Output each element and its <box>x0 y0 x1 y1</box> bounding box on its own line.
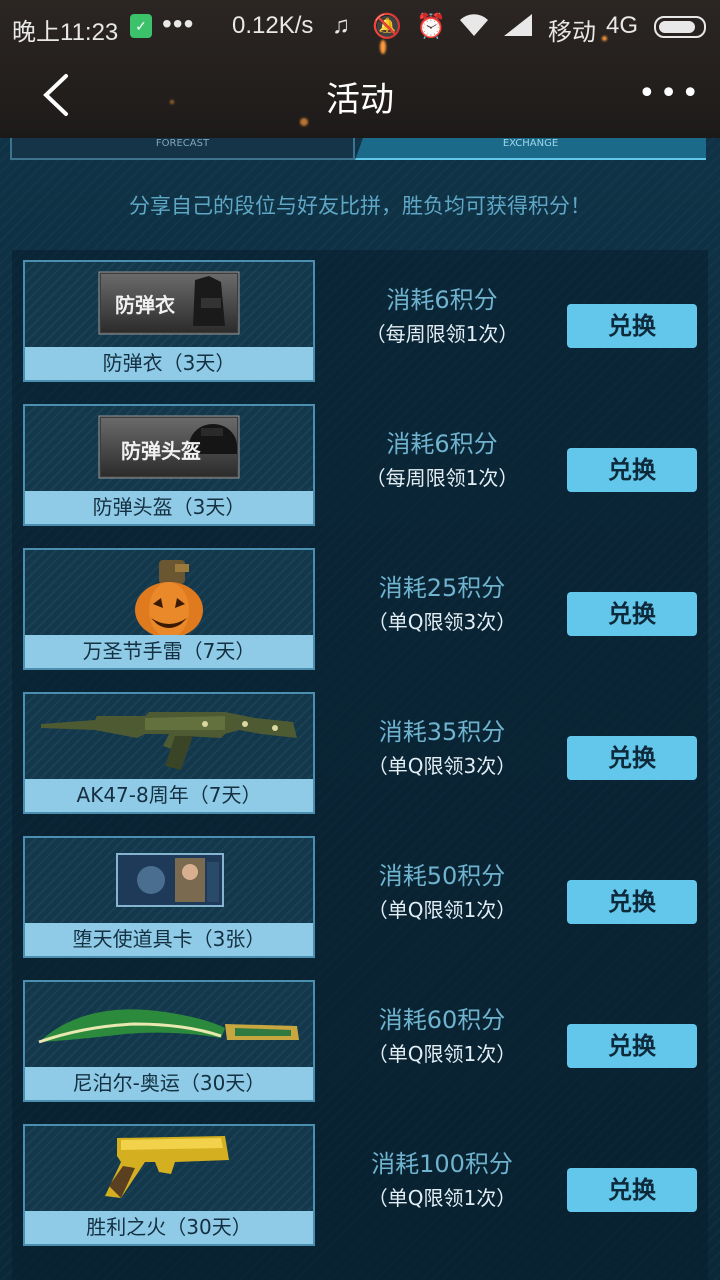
item-cost: 消耗25积分 <box>378 574 506 602</box>
list-item: 防弹头盔 防弹头盔（3天） 消耗6积分 （每周限领1次） 兑换 <box>12 404 708 548</box>
item-name: 堕天使道具卡（3张） <box>25 923 313 956</box>
header: 活动 ••• <box>0 52 720 138</box>
item-limit: （单Q限领1次） <box>367 1042 517 1066</box>
exchange-button[interactable]: 兑换 <box>567 304 697 348</box>
item-cost: 消耗35积分 <box>378 718 506 746</box>
notice-text: 分享自己的段位与好友比拼，胜负均可获得积分！ <box>129 194 591 218</box>
tab-exchange[interactable]: EXCHANGE <box>355 138 706 160</box>
network-type: 4G <box>606 12 639 39</box>
item-cost: 消耗60积分 <box>378 1006 506 1034</box>
exchange-list: 防弹衣 防弹衣（3天） 消耗6积分 （每周限领1次） 兑换 防弹头盔 防弹头盔（… <box>12 250 708 1280</box>
item-name: 防弹头盔（3天） <box>25 491 313 524</box>
network-speed: 0.12K/s <box>232 12 314 39</box>
item-name: AK47-8周年（7天） <box>25 779 313 812</box>
wifi-icon <box>458 12 490 45</box>
item-limit: （单Q限领3次） <box>367 610 517 634</box>
page-title: 活动 <box>326 80 394 120</box>
list-item: AK47-8周年（7天） 消耗35积分 （单Q限领3次） 兑换 <box>12 692 708 836</box>
item-limit: （每周限领1次） <box>365 466 519 490</box>
item-thumbnail: AK47-8周年（7天） <box>23 692 315 814</box>
vest-icon: 防弹衣 <box>25 262 313 347</box>
exchange-button[interactable]: 兑换 <box>567 1024 697 1068</box>
main-content: FORECAST EXCHANGE 分享自己的段位与好友比拼，胜负均可获得积分！… <box>0 138 720 1280</box>
item-name: 防弹衣（3天） <box>25 347 313 380</box>
item-name: 胜利之火（30天） <box>25 1211 313 1244</box>
item-thumbnail: 万圣节手雷（7天） <box>23 548 315 670</box>
alarm-icon: ⏰ <box>416 13 446 40</box>
item-card-icon <box>25 838 313 923</box>
headphones-icon: ♫ <box>332 12 350 39</box>
status-time: 晚上11:23 <box>12 19 119 46</box>
item-name: 尼泊尔-奥运（30天） <box>25 1067 313 1100</box>
item-name: 万圣节手雷（7天） <box>25 635 313 668</box>
exchange-button[interactable]: 兑换 <box>567 1168 697 1212</box>
item-limit: （单Q限领1次） <box>367 1186 517 1210</box>
carrier-name: 移动 <box>548 19 596 46</box>
more-options-button[interactable]: ••• <box>638 76 699 112</box>
list-item: 尼泊尔-奥运（30天） 消耗60积分 （单Q限领1次） 兑换 <box>12 980 708 1124</box>
list-item: 胜利之火（30天） 消耗100积分 （单Q限领1次） 兑换 <box>12 1124 708 1268</box>
status-bar: 晚上11:23 ✓ ••• 0.12K/s ♫ 🔕 ⏰ 移动 4G <box>0 0 720 52</box>
item-thumbnail: 防弹头盔 防弹头盔（3天） <box>23 404 315 526</box>
item-limit: （单Q限领1次） <box>367 898 517 922</box>
pistol-icon <box>25 1126 313 1211</box>
more-notifications-icon: ••• <box>162 8 195 39</box>
exchange-button[interactable]: 兑换 <box>567 880 697 924</box>
item-cost: 消耗50积分 <box>378 862 506 890</box>
list-item: 堕天使道具卡（3张） 消耗50积分 （单Q限领1次） 兑换 <box>12 836 708 980</box>
item-badge-text: 防弹头盔 <box>121 439 201 463</box>
exchange-button[interactable]: 兑换 <box>567 448 697 492</box>
item-thumbnail: 尼泊尔-奥运（30天） <box>23 980 315 1102</box>
item-limit: （每周限领1次） <box>365 322 519 346</box>
helmet-icon: 防弹头盔 <box>25 406 313 491</box>
pumpkin-grenade-icon <box>25 550 313 638</box>
top-bar: 晚上11:23 ✓ ••• 0.12K/s ♫ 🔕 ⏰ 移动 4G 活动 ••• <box>0 0 720 140</box>
item-thumbnail: 防弹衣 防弹衣（3天） <box>23 260 315 382</box>
battery-icon <box>654 16 706 38</box>
knife-icon <box>25 982 313 1067</box>
mute-icon: 🔕 <box>372 13 402 40</box>
item-thumbnail: 堕天使道具卡（3张） <box>23 836 315 958</box>
item-badge-text: 防弹衣 <box>115 293 175 317</box>
item-thumbnail: 胜利之火（30天） <box>23 1124 315 1246</box>
shield-icon: ✓ <box>130 14 152 38</box>
exchange-button[interactable]: 兑换 <box>567 736 697 780</box>
exchange-button[interactable]: 兑换 <box>567 592 697 636</box>
rifle-icon <box>25 694 313 779</box>
tab-forecast[interactable]: FORECAST <box>10 138 355 160</box>
item-limit: （单Q限领3次） <box>367 754 517 778</box>
list-item: 万圣节手雷（7天） 消耗25积分 （单Q限领3次） 兑换 <box>12 548 708 692</box>
item-cost: 消耗6积分 <box>386 430 498 458</box>
item-cost: 消耗6积分 <box>386 286 498 314</box>
item-cost: 消耗100积分 <box>371 1150 513 1178</box>
list-item: 防弹衣 防弹衣（3天） 消耗6积分 （每周限领1次） 兑换 <box>12 260 708 404</box>
signal-icon <box>502 12 536 45</box>
tab-bar: FORECAST EXCHANGE <box>10 138 706 160</box>
